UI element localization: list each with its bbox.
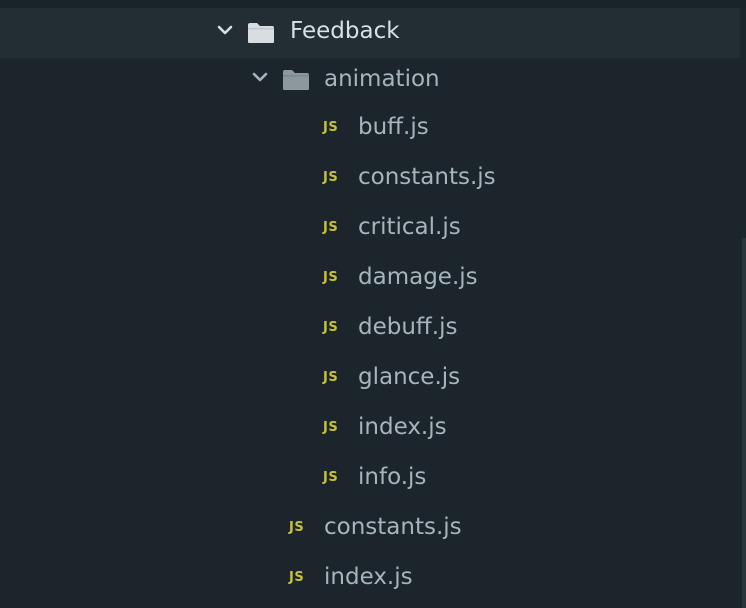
js-file-icon: JS — [323, 420, 339, 435]
tree-item-file[interactable]: JS index.js — [0, 404, 740, 454]
tree-item-file[interactable]: JS buff.js — [0, 104, 740, 154]
tree-item-file[interactable]: JS index.js — [0, 554, 740, 604]
js-file-icon: JS — [323, 370, 339, 385]
file-tree: Feedback animation JS buff.js JS constan… — [0, 0, 746, 608]
folder-label: animation — [324, 66, 440, 92]
tree-item-file[interactable]: JS critical.js — [0, 204, 740, 254]
file-label: index.js — [324, 564, 413, 590]
js-file-icon: JS — [323, 170, 339, 185]
scrollbar-track[interactable] — [742, 238, 746, 608]
js-file-icon: JS — [289, 520, 305, 535]
file-label: glance.js — [358, 364, 461, 390]
js-file-icon: JS — [323, 120, 339, 135]
file-label: index.js — [358, 414, 447, 440]
js-file-icon: JS — [323, 320, 339, 335]
folder-label: Feedback — [290, 18, 400, 44]
tree-item-feedback-folder[interactable]: Feedback — [0, 8, 740, 58]
tree-item-file[interactable]: JS debuff.js — [0, 304, 740, 354]
file-label: constants.js — [324, 514, 462, 540]
chevron-down-icon[interactable] — [216, 22, 234, 40]
file-label: damage.js — [358, 264, 478, 290]
top-strip — [0, 0, 746, 8]
chevron-down-icon[interactable] — [251, 69, 269, 87]
tree-item-file[interactable]: JS info.js — [0, 454, 740, 504]
tree-item-file[interactable]: JS glance.js — [0, 354, 740, 404]
file-label: buff.js — [358, 114, 429, 140]
file-label: critical.js — [358, 214, 461, 240]
js-file-icon: JS — [323, 270, 339, 285]
folder-icon — [247, 22, 275, 44]
tree-item-file[interactable]: JS constants.js — [0, 504, 740, 554]
tree-item-file[interactable]: JS damage.js — [0, 254, 740, 304]
file-label: constants.js — [358, 164, 496, 190]
tree-item-file[interactable]: JS constants.js — [0, 154, 740, 204]
js-file-icon: JS — [323, 220, 339, 235]
folder-icon — [282, 69, 310, 91]
file-label: info.js — [358, 464, 427, 490]
js-file-icon: JS — [323, 470, 339, 485]
tree-item-animation-folder[interactable]: animation — [0, 56, 740, 106]
file-label: debuff.js — [358, 314, 458, 340]
js-file-icon: JS — [289, 570, 305, 585]
